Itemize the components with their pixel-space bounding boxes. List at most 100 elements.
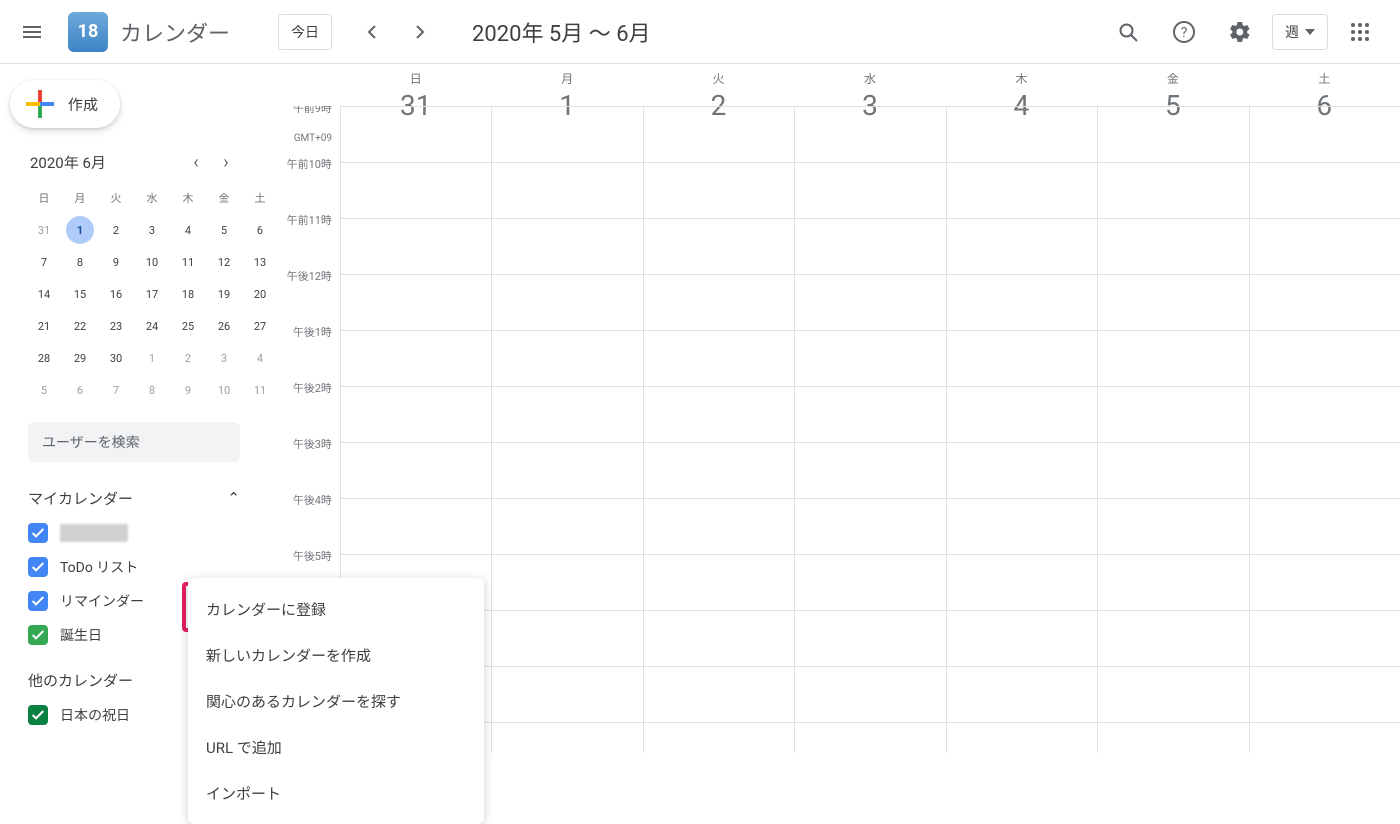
- mini-day[interactable]: 3: [210, 344, 238, 372]
- mini-prev-month[interactable]: ‹: [182, 148, 210, 176]
- search-people-input[interactable]: ユーザーを検索: [28, 422, 240, 462]
- menu-item[interactable]: URL で追加: [188, 724, 484, 770]
- grid-cell[interactable]: [1249, 162, 1400, 218]
- grid-cell[interactable]: [794, 386, 945, 442]
- mini-day[interactable]: 25: [174, 312, 202, 340]
- grid-cell[interactable]: [491, 162, 642, 218]
- grid-cell[interactable]: [340, 498, 491, 554]
- mini-day[interactable]: 12: [210, 248, 238, 276]
- grid-cell[interactable]: [491, 106, 642, 162]
- google-apps-icon[interactable]: [1336, 8, 1384, 56]
- grid-cell[interactable]: [491, 554, 642, 610]
- grid-cell[interactable]: [794, 106, 945, 162]
- grid-cell[interactable]: [1097, 274, 1248, 330]
- view-selector[interactable]: 週: [1272, 14, 1328, 50]
- grid-cell[interactable]: [946, 442, 1097, 498]
- menu-item[interactable]: インポート: [188, 770, 484, 816]
- grid-cell[interactable]: [491, 274, 642, 330]
- search-icon[interactable]: [1104, 8, 1152, 56]
- mini-day[interactable]: 15: [66, 280, 94, 308]
- mini-day[interactable]: 16: [102, 280, 130, 308]
- grid-cell[interactable]: [643, 106, 794, 162]
- menu-item[interactable]: 新しいカレンダーを作成: [188, 632, 484, 678]
- grid-cell[interactable]: [794, 498, 945, 554]
- grid-cell[interactable]: [1249, 666, 1400, 722]
- mini-day[interactable]: 26: [210, 312, 238, 340]
- mini-day[interactable]: 6: [66, 376, 94, 404]
- grid-cell[interactable]: [794, 218, 945, 274]
- grid-cell[interactable]: [1249, 610, 1400, 666]
- grid-cell[interactable]: [1249, 274, 1400, 330]
- mini-day[interactable]: 21: [30, 312, 58, 340]
- grid-cell[interactable]: [794, 162, 945, 218]
- grid-cell[interactable]: [946, 554, 1097, 610]
- my-calendars-header[interactable]: マイカレンダー ⌃: [28, 480, 240, 516]
- create-button[interactable]: 作成: [10, 80, 120, 128]
- next-week-button[interactable]: [396, 8, 444, 56]
- checkbox-icon[interactable]: [28, 591, 48, 611]
- grid-cell[interactable]: [794, 610, 945, 666]
- mini-next-month[interactable]: ›: [212, 148, 240, 176]
- checkbox-icon[interactable]: [28, 705, 48, 725]
- grid-cell[interactable]: [794, 442, 945, 498]
- grid-cell[interactable]: [340, 274, 491, 330]
- grid-cell[interactable]: [340, 218, 491, 274]
- grid-cell[interactable]: [1097, 666, 1248, 722]
- mini-day[interactable]: 2: [174, 344, 202, 372]
- grid-cell[interactable]: [1097, 610, 1248, 666]
- grid-cell[interactable]: [1097, 330, 1248, 386]
- grid-cell[interactable]: [1249, 330, 1400, 386]
- mini-day[interactable]: 3: [138, 216, 166, 244]
- grid-cell[interactable]: [1249, 218, 1400, 274]
- mini-day[interactable]: 8: [66, 248, 94, 276]
- grid-cell[interactable]: [946, 610, 1097, 666]
- grid-cell[interactable]: [1097, 722, 1248, 753]
- mini-calendar[interactable]: 日月火水木金土311234567891011121314151617181920…: [8, 182, 260, 406]
- mini-day[interactable]: 2: [102, 216, 130, 244]
- mini-day[interactable]: 31: [30, 216, 58, 244]
- grid-cell[interactable]: [1097, 106, 1248, 162]
- grid-cell[interactable]: [340, 162, 491, 218]
- help-icon[interactable]: ?: [1160, 8, 1208, 56]
- mini-day[interactable]: 9: [174, 376, 202, 404]
- grid-cell[interactable]: [643, 162, 794, 218]
- grid-cell[interactable]: [1097, 162, 1248, 218]
- grid-cell[interactable]: [1249, 722, 1400, 753]
- mini-day[interactable]: 10: [138, 248, 166, 276]
- mini-day[interactable]: 11: [174, 248, 202, 276]
- grid-cell[interactable]: [491, 386, 642, 442]
- grid-cell[interactable]: [491, 722, 642, 753]
- mini-day[interactable]: 30: [102, 344, 130, 372]
- menu-item[interactable]: カレンダーに登録: [188, 586, 484, 632]
- settings-icon[interactable]: [1216, 8, 1264, 56]
- grid-cell[interactable]: [794, 330, 945, 386]
- grid-cell[interactable]: [491, 666, 642, 722]
- menu-icon[interactable]: [8, 8, 56, 56]
- grid-cell[interactable]: [643, 218, 794, 274]
- prev-week-button[interactable]: [348, 8, 396, 56]
- mini-day[interactable]: 29: [66, 344, 94, 372]
- mini-day[interactable]: 19: [210, 280, 238, 308]
- grid-cell[interactable]: [643, 666, 794, 722]
- grid-cell[interactable]: [946, 274, 1097, 330]
- mini-day[interactable]: 5: [30, 376, 58, 404]
- grid-cell[interactable]: [491, 442, 642, 498]
- grid-cell[interactable]: [946, 330, 1097, 386]
- mini-day[interactable]: 17: [138, 280, 166, 308]
- mini-day[interactable]: 24: [138, 312, 166, 340]
- checkbox-icon[interactable]: [28, 523, 48, 543]
- mini-day[interactable]: 7: [102, 376, 130, 404]
- grid-cell[interactable]: [794, 554, 945, 610]
- mini-day[interactable]: 14: [30, 280, 58, 308]
- grid-cell[interactable]: [1249, 442, 1400, 498]
- grid-cell[interactable]: [946, 162, 1097, 218]
- grid-cell[interactable]: [1097, 218, 1248, 274]
- grid-cell[interactable]: [643, 442, 794, 498]
- grid-cell[interactable]: [491, 218, 642, 274]
- grid-cell[interactable]: [643, 554, 794, 610]
- grid-cell[interactable]: [794, 666, 945, 722]
- grid-cell[interactable]: [946, 666, 1097, 722]
- grid-cell[interactable]: [1249, 498, 1400, 554]
- grid-cell[interactable]: [1097, 442, 1248, 498]
- grid-cell[interactable]: [491, 498, 642, 554]
